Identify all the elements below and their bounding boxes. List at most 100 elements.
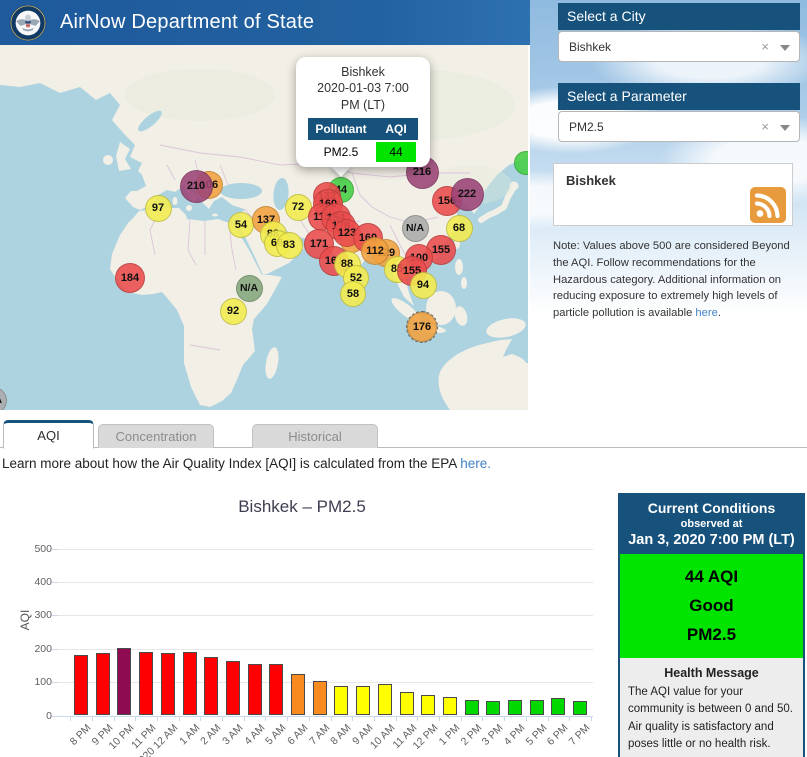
x-axis-tick [309,716,310,721]
x-axis-tick [591,716,592,721]
observed-at-value: Jan 3, 2020 7:00 PM (LT) [622,532,801,548]
aqi-bar[interactable] [183,652,197,715]
marker-value: 68 [453,222,465,234]
marker-value: 83 [283,239,295,251]
aqi-bar[interactable] [486,701,500,715]
aqi-bar[interactable] [400,692,414,716]
current-conditions-header: Current Conditions observed at Jan 3, 20… [620,495,803,554]
select-parameter-header: Select a Parameter [558,83,800,110]
aqi-bar[interactable] [139,652,153,715]
x-axis-tick [92,716,93,721]
gridline [58,549,593,550]
x-axis-tick [70,716,71,721]
map-marker[interactable]: 94 [410,272,437,299]
map-marker[interactable]: N/A [402,215,429,242]
current-conditions-panel: Current Conditions observed at Jan 3, 20… [618,493,805,757]
marker-value: 58 [347,288,359,300]
city-select-value: Bishkek [569,40,611,54]
map-marker[interactable]: 222 [451,178,484,211]
map-marker[interactable]: 184 [115,263,145,293]
world-aqi-map[interactable]: 97106210184N/A92541378868837244132160115… [0,45,528,410]
rss-feed-box: Bishkek [553,163,793,226]
tab-aqi[interactable]: AQI [3,420,94,449]
aqi-bar[interactable] [573,701,587,716]
parameter-select[interactable]: PM2.5 × [558,111,800,142]
aqi-bar[interactable] [96,653,110,715]
x-axis-tick [265,716,266,721]
aqi-bar[interactable] [313,681,327,715]
aqi-bar[interactable] [204,657,218,715]
note-here-link[interactable]: here [695,307,717,319]
x-axis-tick [461,716,462,721]
map-popup: Bishkek 2020-01-03 7:00 PM (LT) Pollutan… [296,57,430,167]
popup-col-pollutant: Pollutant [308,118,374,140]
y-axis-tick-label: 400 [18,576,52,588]
note-text-body: Note: Values above 500 are considered Be… [553,240,790,319]
y-axis-tick [52,549,58,550]
gridline [58,649,593,650]
chevron-down-icon[interactable] [780,45,790,51]
aqi-bar[interactable] [443,697,457,715]
gridline [58,615,593,616]
x-axis-tick [482,716,483,721]
map-marker[interactable]: 210 [180,170,213,203]
learn-more-here-link[interactable]: here. [460,456,491,471]
aqi-parameter: PM2.5 [687,625,736,645]
health-message-title: Health Message [628,666,795,680]
rss-icon[interactable] [750,187,786,223]
map-marker[interactable]: 58 [340,281,366,307]
x-axis-tick [417,716,418,721]
y-axis-tick-label: 100 [18,676,52,688]
aqi-bar[interactable] [334,686,348,715]
map-marker[interactable]: 176 [407,312,437,342]
tab-concentration[interactable]: Concentration [98,424,214,448]
popup-title: Bishkek 2020-01-03 7:00 PM (LT) [296,64,430,113]
map-marker[interactable]: 92 [220,298,247,325]
city-select[interactable]: Bishkek × [558,31,800,62]
parameter-clear-icon[interactable]: × [761,119,769,134]
x-axis-tick [179,716,180,721]
y-axis-tick-label: 300 [18,609,52,621]
popup-timezone: PM (LT) [296,97,430,113]
aqi-bar[interactable] [465,700,479,715]
tab-historical[interactable]: Historical [252,424,378,448]
aqi-bar[interactable] [508,700,522,716]
map-marker[interactable]: 97 [145,195,172,222]
learn-more-text: Learn more about how the Air Quality Ind… [2,456,491,471]
chevron-down-icon[interactable] [780,125,790,131]
map-marker[interactable]: 83 [276,232,303,259]
aqi-value: 44 AQI [685,567,738,587]
marker-value: N/A [406,222,424,234]
y-axis-tick [52,649,58,650]
map-marker[interactable]: N/A [236,275,263,302]
aqi-bar[interactable] [291,674,305,715]
city-clear-icon[interactable]: × [761,39,769,54]
x-axis-tick [548,716,549,721]
aqi-bar[interactable] [530,700,544,716]
popup-city: Bishkek [296,64,430,80]
note-text-period: . [718,307,721,319]
marker-value: 72 [292,201,304,213]
aqi-bar[interactable] [378,684,392,715]
aqi-bar[interactable] [356,686,370,715]
popup-col-aqi: AQI [374,118,418,140]
marker-value: 176 [413,321,431,333]
aqi-bar[interactable] [74,655,88,715]
aqi-bar[interactable] [551,698,565,715]
popup-aqi-value: 44 [374,140,418,164]
aqi-bar[interactable] [248,664,262,715]
map-marker[interactable]: 112 [361,237,389,265]
aqi-bar[interactable] [421,695,435,716]
current-conditions-title: Current Conditions [622,500,801,516]
aqi-bar[interactable] [161,653,175,715]
aqi-category: Good [689,596,733,616]
aqi-bar[interactable] [226,661,240,716]
y-axis-tick-label: 0 [18,710,52,722]
x-axis-tick [157,716,158,721]
marker-value: 94 [417,279,429,291]
y-axis-tick [52,682,58,683]
marker-value: 216 [413,166,431,178]
aqi-bar[interactable] [117,648,131,716]
aqi-bar[interactable] [269,664,283,715]
map-marker[interactable]: 54 [228,212,254,238]
